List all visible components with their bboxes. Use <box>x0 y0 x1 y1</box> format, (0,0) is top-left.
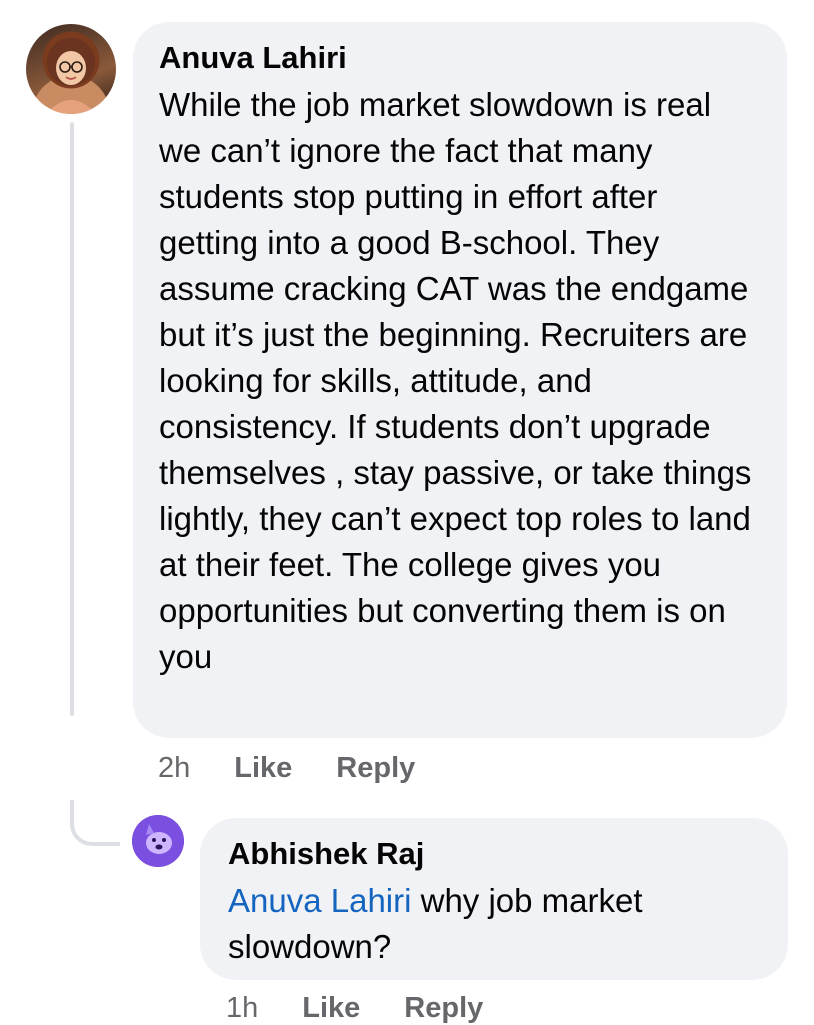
thread-connector-line <box>70 122 74 716</box>
comment-actions: 2h Like Reply <box>158 752 459 785</box>
reply-like-button[interactable]: Like <box>302 992 360 1025</box>
comment-author[interactable]: Anuva Lahiri <box>159 38 761 78</box>
avatar[interactable] <box>26 24 116 114</box>
reply-actions: 1h Like Reply <box>226 992 527 1025</box>
reply-author[interactable]: Abhishek Raj <box>228 834 760 874</box>
mention-link[interactable]: Anuva Lahiri <box>228 882 411 919</box>
reply-connector-hook <box>70 800 120 846</box>
reply-reply-button[interactable]: Reply <box>404 992 483 1025</box>
comment-text: While the job market slowdown is real we… <box>159 86 752 675</box>
reply-text-block: Anuva Lahiri why job market slowdown? <box>228 878 760 970</box>
like-button[interactable]: Like <box>234 752 292 785</box>
reply-bubble: Abhishek Raj Anuva Lahiri why job market… <box>200 818 788 980</box>
profile-picture-icon <box>46 38 96 114</box>
profile-picture-icon <box>132 815 184 867</box>
comment-timestamp[interactable]: 2h <box>158 752 190 785</box>
comment-bubble: Anuva Lahiri While the job market slowdo… <box>133 22 787 738</box>
avatar[interactable] <box>132 815 184 867</box>
reply-button[interactable]: Reply <box>336 752 415 785</box>
reply-timestamp[interactable]: 1h <box>226 992 258 1025</box>
